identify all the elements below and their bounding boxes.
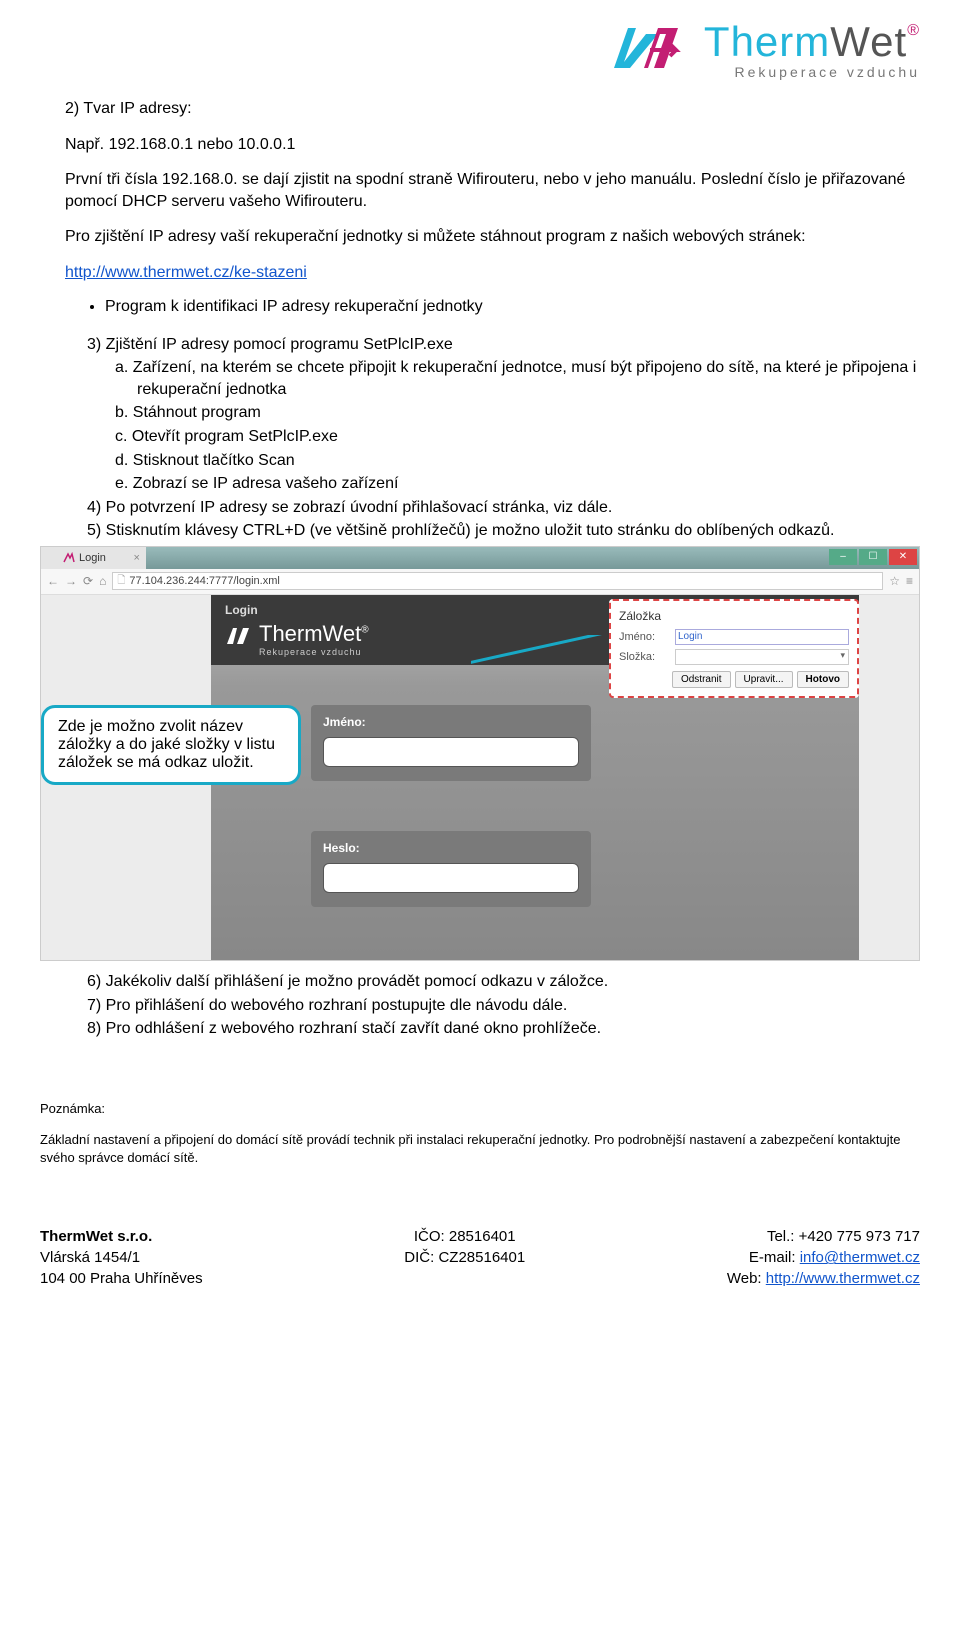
note-heading: Poznámka: bbox=[40, 1100, 920, 1118]
bookmark-star-icon[interactable]: ☆ bbox=[889, 574, 900, 588]
callout-text: Zde je možno zvolit název záložky a do j… bbox=[58, 718, 275, 771]
step-3a: a. Zařízení, na kterém se chcete připoji… bbox=[137, 357, 920, 400]
paragraph-1: První tři čísla 192.168.0. se dají zjist… bbox=[65, 169, 920, 212]
step-3e: e. Zobrazí se IP adresa vašeho zařízení bbox=[137, 473, 920, 495]
step-6: 6) Jakékoliv další přihlášení je možno p… bbox=[115, 971, 920, 993]
login-logo-mark-icon bbox=[225, 626, 253, 652]
footer-email-link[interactable]: info@thermwet.cz bbox=[800, 1249, 920, 1266]
browser-tab[interactable]: Login × bbox=[41, 547, 146, 569]
page-icon: 🗋 bbox=[117, 573, 125, 590]
login-brand-sub: Rekuperace vzduchu bbox=[259, 647, 369, 657]
page-footer: ThermWet s.r.o. Vlárská 1454/1 104 00 Pr… bbox=[40, 1226, 920, 1289]
password-label: Heslo: bbox=[323, 841, 579, 855]
footer-city: 104 00 Praha Uhříněves bbox=[40, 1268, 203, 1289]
logo-tagline: Rekuperace vzduchu bbox=[704, 65, 920, 79]
note-block: Poznámka: Základní nastavení a připojení… bbox=[40, 1100, 920, 1167]
step-7: 7) Pro přihlášení do webového rozhraní p… bbox=[115, 995, 920, 1017]
popup-title: Záložka bbox=[619, 609, 849, 623]
footer-ico: IČO: 28516401 bbox=[404, 1226, 525, 1247]
bullet-program-id: Program k identifikaci IP adresy rekuper… bbox=[105, 298, 920, 316]
logo-reg-mark: ® bbox=[907, 22, 920, 39]
password-field-block: Heslo: bbox=[311, 831, 591, 907]
password-input[interactable] bbox=[323, 863, 579, 893]
step-3b: b. Stáhnout program bbox=[137, 402, 920, 424]
nav-forward-icon[interactable]: → bbox=[65, 574, 77, 588]
address-bar[interactable]: 🗋 77.104.236.244:7777/login.xml bbox=[112, 572, 883, 590]
download-link[interactable]: http://www.thermwet.cz/ke-stazeni bbox=[65, 264, 307, 281]
tab-close-icon[interactable]: × bbox=[133, 552, 139, 564]
nav-home-icon[interactable]: ⌂ bbox=[99, 574, 106, 588]
popup-folder-label: Složka: bbox=[619, 651, 669, 663]
step-3c: c. Otevřít program SetPlcIP.exe bbox=[137, 426, 920, 448]
browser-titlebar: Login × – ☐ ✕ bbox=[41, 547, 919, 569]
bookmark-popup: Záložka Jméno: Login Složka: Odstranit U… bbox=[609, 599, 859, 698]
tab-title: Login bbox=[79, 552, 106, 564]
page-header: ThermWet® Rekuperace vzduchu bbox=[40, 20, 920, 80]
popup-edit-button[interactable]: Upravit... bbox=[735, 671, 793, 688]
footer-company: ThermWet s.r.o. bbox=[40, 1228, 152, 1245]
logo-brand-therm: Therm bbox=[704, 18, 830, 65]
footer-web-row: Web: http://www.thermwet.cz bbox=[727, 1268, 920, 1289]
popup-name-label: Jméno: bbox=[619, 631, 669, 643]
step-5: 5) Stisknutím klávesy CTRL+D (ve většině… bbox=[115, 520, 920, 542]
logo: ThermWet® Rekuperace vzduchu bbox=[606, 20, 920, 80]
footer-street: Vlárská 1454/1 bbox=[40, 1247, 203, 1268]
popup-folder-select[interactable] bbox=[675, 649, 849, 665]
close-button[interactable]: ✕ bbox=[889, 549, 917, 565]
minimize-button[interactable]: – bbox=[829, 549, 857, 565]
browser-screenshot: Login × – ☐ ✕ ← → ⟳ ⌂ 🗋 77.104.236.244:7… bbox=[40, 546, 920, 961]
logo-mark-icon bbox=[606, 20, 696, 80]
step-4: 4) Po potvrzení IP adresy se zobrazí úvo… bbox=[115, 497, 920, 519]
footer-web-link[interactable]: http://www.thermwet.cz bbox=[766, 1270, 920, 1287]
maximize-button[interactable]: ☐ bbox=[859, 549, 887, 565]
bookmark-callout: Zde je možno zvolit název záložky a do j… bbox=[41, 705, 301, 785]
login-brand-text: ThermWet® bbox=[259, 621, 369, 646]
note-text: Základní nastavení a připojení do domácí… bbox=[40, 1131, 920, 1166]
paragraph-2: Pro zjištění IP adresy vaší rekuperační … bbox=[65, 226, 920, 248]
section-3-heading: 3) Zjištění IP adresy pomocí programu Se… bbox=[115, 334, 920, 356]
section-2-heading: 2) Tvar IP adresy: bbox=[87, 98, 920, 120]
ip-example: Např. 192.168.0.1 nebo 10.0.0.1 bbox=[65, 134, 920, 156]
popup-remove-button[interactable]: Odstranit bbox=[672, 671, 731, 688]
popup-done-button[interactable]: Hotovo bbox=[797, 671, 849, 688]
window-buttons: – ☐ ✕ bbox=[829, 549, 917, 565]
nav-reload-icon[interactable]: ⟳ bbox=[83, 574, 93, 588]
menu-icon[interactable]: ≡ bbox=[906, 574, 913, 588]
browser-viewport: Login ThermWet® Rekuperace vzduchu Jméno… bbox=[41, 595, 919, 960]
footer-email-row: E-mail: info@thermwet.cz bbox=[727, 1247, 920, 1268]
browser-toolbar: ← → ⟳ ⌂ 🗋 77.104.236.244:7777/login.xml … bbox=[41, 569, 919, 595]
step-3d: d. Stisknout tlačítko Scan bbox=[137, 450, 920, 472]
step-8: 8) Pro odhlášení z webového rozhraní sta… bbox=[115, 1018, 920, 1040]
footer-dic: DIČ: CZ28516401 bbox=[404, 1247, 525, 1268]
logo-brand-wet: Wet bbox=[830, 18, 907, 65]
tab-favicon-icon bbox=[63, 552, 75, 564]
url-text: 77.104.236.244:7777/login.xml bbox=[129, 575, 279, 587]
logo-brand-text: ThermWet® bbox=[704, 21, 920, 63]
popup-name-input[interactable]: Login bbox=[675, 629, 849, 645]
nav-back-icon[interactable]: ← bbox=[47, 574, 59, 588]
footer-tel: Tel.: +420 775 973 717 bbox=[727, 1226, 920, 1247]
